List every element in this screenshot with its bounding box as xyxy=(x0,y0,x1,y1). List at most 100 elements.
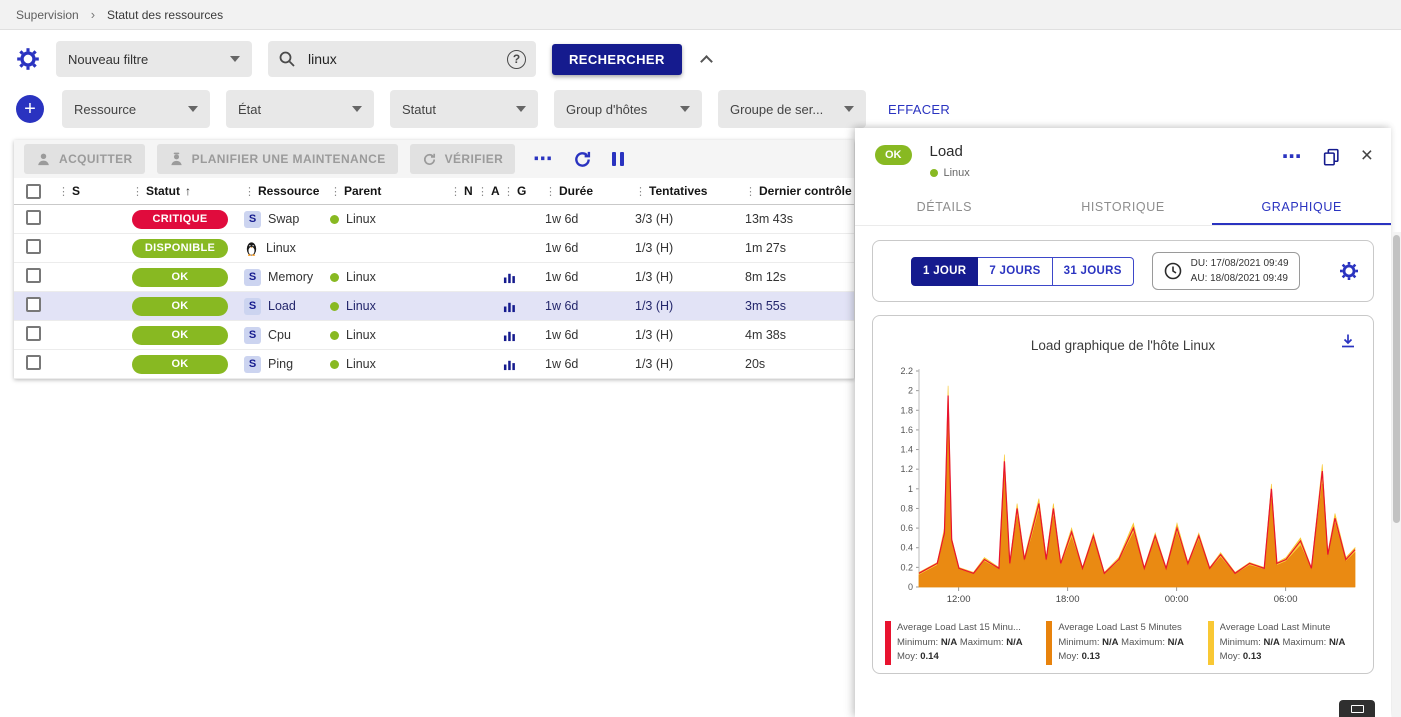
checkbox-cell xyxy=(14,297,58,315)
column-header-9[interactable]: ⋮Dernier contrôle xyxy=(745,184,854,198)
filter-settings-gear-icon[interactable] xyxy=(16,47,40,71)
parent-name: Linux xyxy=(346,328,376,342)
row-checkbox[interactable] xyxy=(26,268,41,283)
duration-cell: 1w 6d xyxy=(545,270,635,284)
parent-name: Linux xyxy=(346,299,376,313)
legend-item-2[interactable]: Average Load Last MinuteMinimum: N/A Max… xyxy=(1208,621,1361,665)
column-label: Parent xyxy=(344,184,381,198)
graph-icon[interactable] xyxy=(503,358,516,371)
pause-icon[interactable] xyxy=(612,152,624,166)
status-cell: CRITIQUE xyxy=(132,210,244,229)
copy-link-icon[interactable] xyxy=(1322,147,1341,166)
table-row[interactable]: OKSPingLinux1w 6d1/3 (H)20s xyxy=(14,350,854,379)
search-input[interactable] xyxy=(306,50,497,68)
panel-title: Load xyxy=(930,143,970,160)
parent-cell: Linux xyxy=(330,299,450,313)
status-dot-icon xyxy=(930,169,938,177)
column-drag-icon: ⋮ xyxy=(635,185,646,198)
table-row[interactable]: DISPONIBLELinux1w 6d1/3 (H)1m 27s xyxy=(14,234,854,263)
column-drag-icon: ⋮ xyxy=(545,185,556,198)
row-checkbox[interactable] xyxy=(26,297,41,312)
criteria-dropdown-3[interactable]: Group d'hôtes xyxy=(554,90,702,128)
graph-icon[interactable] xyxy=(503,300,516,313)
row-checkbox[interactable] xyxy=(26,355,41,370)
time-range-button-0[interactable]: 1 JOUR xyxy=(911,257,978,286)
select-all-checkbox[interactable] xyxy=(26,184,41,199)
parent-cell: Linux xyxy=(330,328,450,342)
column-header-1[interactable]: ⋮Statut↑ xyxy=(132,184,244,198)
tab-2[interactable]: GRAPHIQUE xyxy=(1212,187,1391,225)
criteria-label: Statut xyxy=(402,102,436,117)
status-badge: OK xyxy=(132,297,228,316)
column-header-6[interactable]: ⋮G xyxy=(503,184,545,198)
period-to: AU: 18/08/2021 09:49 xyxy=(1191,271,1289,286)
table-row[interactable]: OKSMemoryLinux1w 6d1/3 (H)8m 12s xyxy=(14,263,854,292)
legend-item-0[interactable]: Average Load Last 15 Minu...Minimum: N/A… xyxy=(885,621,1038,665)
close-panel-icon[interactable]: × xyxy=(1361,148,1373,165)
legend-text: Average Load Last 15 Minu...Minimum: N/A… xyxy=(897,621,1023,665)
duration-cell: 1w 6d xyxy=(545,357,635,371)
column-header-4[interactable]: ⋮N xyxy=(450,184,477,198)
clear-filters-button[interactable]: EFFACER xyxy=(888,102,950,117)
refresh-icon[interactable] xyxy=(573,150,592,169)
saved-filter-select[interactable]: Nouveau filtre xyxy=(56,41,252,77)
download-icon[interactable] xyxy=(1339,332,1357,350)
check-button[interactable]: VÉRIFIER xyxy=(410,144,516,174)
row-checkbox[interactable] xyxy=(26,210,41,225)
column-header-0[interactable]: ⋮S xyxy=(58,184,132,198)
graph-settings-gear-icon[interactable] xyxy=(1339,261,1359,281)
breadcrumb-item-supervision[interactable]: Supervision xyxy=(16,8,79,22)
legend-series-name: Average Load Last 15 Minu... xyxy=(897,621,1023,636)
status-badge: DISPONIBLE xyxy=(132,239,228,258)
panel-parent-name: Linux xyxy=(944,167,970,179)
panel-more-icon[interactable]: ⋯ xyxy=(1282,151,1302,163)
column-drag-icon: ⋮ xyxy=(450,185,461,198)
add-criteria-button[interactable]: + xyxy=(16,95,44,123)
help-icon[interactable]: ? xyxy=(507,50,526,69)
column-header-5[interactable]: ⋮A xyxy=(477,184,503,198)
graph-icon[interactable] xyxy=(503,329,516,342)
criteria-dropdown-1[interactable]: État xyxy=(226,90,374,128)
column-label: G xyxy=(517,184,526,198)
column-header-3[interactable]: ⋮Parent xyxy=(330,184,450,198)
legend-avg: Moy: 0.14 xyxy=(897,650,1023,665)
tab-1[interactable]: HISTORIQUE xyxy=(1034,187,1213,225)
svg-text:1.6: 1.6 xyxy=(900,425,913,435)
time-range-button-1[interactable]: 7 JOURS xyxy=(978,257,1052,286)
time-range-button-2[interactable]: 31 JOURS xyxy=(1053,257,1134,286)
chart-fullscreen-button[interactable] xyxy=(1339,700,1375,717)
table-row[interactable]: OKSLoadLinux1w 6d1/3 (H)3m 55s xyxy=(14,292,854,321)
table-row[interactable]: OKSCpuLinux1w 6d1/3 (H)4m 38s xyxy=(14,321,854,350)
tries-cell: 1/3 (H) xyxy=(635,299,745,313)
tab-0[interactable]: DÉTAILS xyxy=(855,187,1034,225)
table-row[interactable]: CRITIQUESSwapLinux1w 6d3/3 (H)13m 43s xyxy=(14,205,854,234)
column-label: N xyxy=(464,184,473,198)
tries-cell: 3/3 (H) xyxy=(635,212,745,226)
column-header-2[interactable]: ⋮Ressource xyxy=(244,184,330,198)
clock-icon xyxy=(1163,261,1183,281)
criteria-dropdown-2[interactable]: Statut xyxy=(390,90,538,128)
graph-icon[interactable] xyxy=(503,271,516,284)
criteria-dropdown-0[interactable]: Ressource xyxy=(62,90,210,128)
panel-scrollbar[interactable] xyxy=(1392,232,1401,717)
scrollbar-thumb[interactable] xyxy=(1393,235,1400,523)
maintenance-button[interactable]: PLANIFIER UNE MAINTENANCE xyxy=(157,144,398,174)
column-header-7[interactable]: ⋮Durée xyxy=(545,184,635,198)
column-drag-icon: ⋮ xyxy=(503,185,514,198)
row-checkbox[interactable] xyxy=(26,326,41,341)
load-chart[interactable]: 00.20.40.60.811.21.41.61.822.212:0018:00… xyxy=(883,361,1365,613)
acknowledge-button[interactable]: ACQUITTER xyxy=(24,144,145,174)
search-button[interactable]: RECHERCHER xyxy=(552,44,682,75)
graph-cell xyxy=(503,358,545,371)
collapse-filters-icon[interactable] xyxy=(700,55,713,68)
criteria-dropdown-4[interactable]: Groupe de ser... xyxy=(718,90,866,128)
resource-name: Linux xyxy=(266,241,296,255)
more-actions-button[interactable]: ⋯ xyxy=(533,148,553,171)
resources-area: ACQUITTER PLANIFIER UNE MAINTENANCE VÉRI… xyxy=(14,140,854,379)
legend-minmax: Minimum: N/A Maximum: N/A xyxy=(897,636,1023,651)
column-header-8[interactable]: ⋮Tentatives xyxy=(635,184,745,198)
legend-item-1[interactable]: Average Load Last 5 MinutesMinimum: N/A … xyxy=(1046,621,1199,665)
row-checkbox[interactable] xyxy=(26,239,41,254)
time-range-group: 1 JOUR7 JOURS31 JOURS xyxy=(911,257,1134,286)
period-picker[interactable]: DU: 17/08/2021 09:49 AU: 18/08/2021 09:4… xyxy=(1152,252,1300,290)
